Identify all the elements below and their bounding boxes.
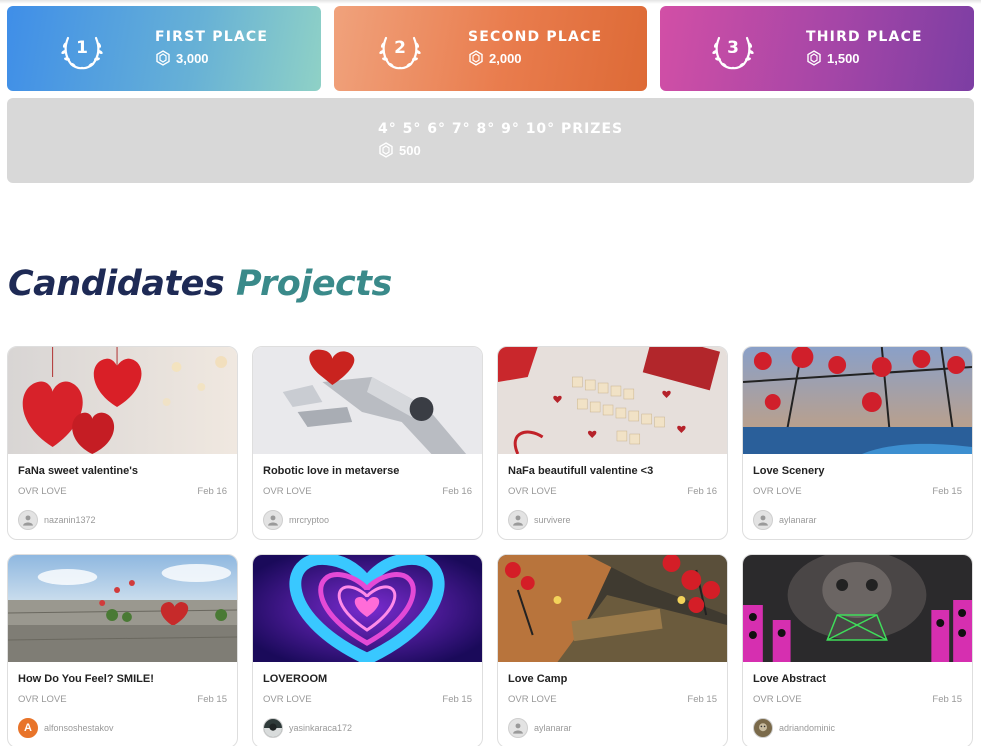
- rank-number: 3: [727, 38, 739, 58]
- project-title[interactable]: NaFa beautifull valentine <3: [508, 465, 653, 477]
- project-date: Feb 15: [687, 694, 717, 705]
- heading-word-candidates: Candidates: [8, 264, 225, 304]
- project-author[interactable]: aylanarar: [508, 718, 572, 738]
- project-author[interactable]: mrcryptoo: [263, 510, 329, 530]
- prize-amount-row: 3,000: [155, 50, 268, 66]
- project-thumbnail[interactable]: [743, 347, 972, 454]
- laurel-wreath-icon: 1: [59, 32, 105, 72]
- ovr-coin-icon: [156, 50, 170, 66]
- project-date: Feb 16: [197, 486, 227, 497]
- prize-title: THIRD PLACE: [806, 29, 923, 45]
- prize-title: 4° 5° 6° 7° 8° 9° 10° PRIZES: [378, 121, 624, 137]
- first-place-prize: 1 FIRST PLACE 3,000: [7, 6, 321, 91]
- top-divider: [0, 0, 981, 4]
- project-date: Feb 16: [442, 486, 472, 497]
- project-card[interactable]: FaNa sweet valentine's OVR LOVE Feb 16 n…: [7, 346, 238, 540]
- prize-amount: 500: [399, 142, 421, 158]
- project-card[interactable]: Love Scenery OVR LOVE Feb 15 aylanarar: [742, 346, 973, 540]
- project-card[interactable]: Robotic love in metaverse OVR LOVE Feb 1…: [252, 346, 483, 540]
- prize-amount-row: 1,500: [806, 50, 923, 66]
- project-date: Feb 15: [932, 694, 962, 705]
- project-thumbnail[interactable]: [253, 555, 482, 662]
- ovr-coin-icon: [807, 50, 821, 66]
- heading-word-projects: Projects: [235, 264, 392, 304]
- user-avatar-icon: [753, 718, 773, 738]
- project-card[interactable]: How Do You Feel? SMILE! OVR LOVE Feb 15 …: [7, 554, 238, 746]
- project-thumbnail[interactable]: [498, 555, 727, 662]
- project-title[interactable]: LOVEROOM: [263, 673, 327, 685]
- prize-amount: 3,000: [176, 50, 209, 66]
- second-place-prize: 2 SECOND PLACE 2,000: [334, 6, 647, 91]
- rank-number: 1: [76, 38, 88, 58]
- project-date: Feb 15: [932, 486, 962, 497]
- prize-amount: 2,000: [489, 50, 522, 66]
- user-avatar-icon: [263, 718, 283, 738]
- project-author[interactable]: nazanin1372: [18, 510, 96, 530]
- project-card[interactable]: Love Camp OVR LOVE Feb 15 aylanarar: [497, 554, 728, 746]
- prize-amount: 1,500: [827, 50, 860, 66]
- author-name[interactable]: alfonsoshestakov: [44, 723, 114, 733]
- prize-amount-row: 2,000: [468, 50, 602, 66]
- project-category: OVR LOVE: [753, 694, 802, 705]
- author-name[interactable]: aylanarar: [534, 723, 572, 733]
- project-category: OVR LOVE: [263, 486, 312, 497]
- ovr-coin-icon: [379, 142, 393, 158]
- user-avatar-icon: [18, 510, 38, 530]
- rank-number: 2: [394, 38, 406, 58]
- project-thumbnail[interactable]: [743, 555, 972, 662]
- prize-title: SECOND PLACE: [468, 29, 603, 45]
- project-category: OVR LOVE: [18, 694, 67, 705]
- author-name[interactable]: yasinkaraca172: [289, 723, 352, 733]
- user-avatar-icon: [508, 718, 528, 738]
- user-avatar-icon: A: [18, 718, 38, 738]
- project-category: OVR LOVE: [263, 694, 312, 705]
- project-title[interactable]: Robotic love in metaverse: [263, 465, 399, 477]
- project-title[interactable]: Love Abstract: [753, 673, 826, 685]
- author-name[interactable]: mrcryptoo: [289, 515, 329, 525]
- user-avatar-icon: [753, 510, 773, 530]
- user-avatar-icon: [263, 510, 283, 530]
- project-title[interactable]: FaNa sweet valentine's: [18, 465, 138, 477]
- project-author[interactable]: adriandominic: [753, 718, 835, 738]
- project-date: Feb 16: [687, 486, 717, 497]
- project-category: OVR LOVE: [753, 486, 802, 497]
- laurel-wreath-icon: 3: [710, 32, 756, 72]
- project-thumbnail[interactable]: [8, 347, 237, 454]
- project-card[interactable]: NaFa beautifull valentine <3 OVR LOVE Fe…: [497, 346, 728, 540]
- project-author[interactable]: survivere: [508, 510, 571, 530]
- section-heading: Candidates Projects: [8, 264, 392, 304]
- author-name[interactable]: survivere: [534, 515, 571, 525]
- project-card[interactable]: Love Abstract OVR LOVE Feb 15 adriandomi…: [742, 554, 973, 746]
- project-category: OVR LOVE: [508, 694, 557, 705]
- author-name[interactable]: adriandominic: [779, 723, 835, 733]
- laurel-wreath-icon: 2: [377, 32, 423, 72]
- project-date: Feb 15: [197, 694, 227, 705]
- project-thumbnail[interactable]: [253, 347, 482, 454]
- project-thumbnail[interactable]: [8, 555, 237, 662]
- third-place-prize: 3 THIRD PLACE 1,500: [660, 6, 974, 91]
- other-prizes: 4° 5° 6° 7° 8° 9° 10° PRIZES 500: [7, 98, 974, 183]
- ovr-coin-icon: [469, 50, 483, 66]
- project-date: Feb 15: [442, 694, 472, 705]
- project-author[interactable]: yasinkaraca172: [263, 718, 352, 738]
- author-name[interactable]: aylanarar: [779, 515, 817, 525]
- project-author[interactable]: A alfonsoshestakov: [18, 718, 114, 738]
- project-title[interactable]: Love Camp: [508, 673, 567, 685]
- project-author[interactable]: aylanarar: [753, 510, 817, 530]
- user-avatar-icon: [508, 510, 528, 530]
- project-title[interactable]: How Do You Feel? SMILE!: [18, 673, 154, 685]
- project-category: OVR LOVE: [508, 486, 557, 497]
- prize-title: FIRST PLACE: [155, 29, 269, 45]
- project-category: OVR LOVE: [18, 486, 67, 497]
- prize-amount-row: 500: [378, 142, 623, 158]
- project-card[interactable]: LOVEROOM OVR LOVE Feb 15 yasinkaraca172: [252, 554, 483, 746]
- author-name[interactable]: nazanin1372: [44, 515, 96, 525]
- project-thumbnail[interactable]: [498, 347, 727, 454]
- project-title[interactable]: Love Scenery: [753, 465, 825, 477]
